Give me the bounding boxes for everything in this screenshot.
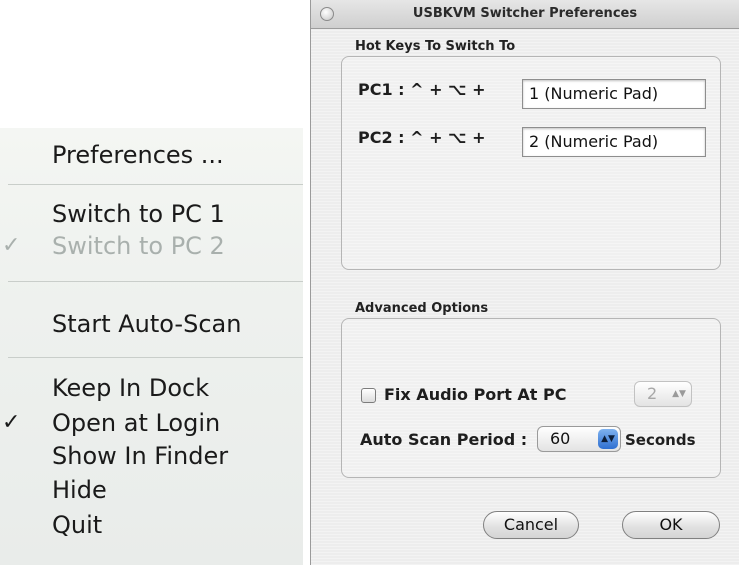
window-title-bar[interactable]: USBKVM Switcher Preferences <box>311 0 739 29</box>
menu-separator <box>8 357 303 358</box>
menu-item-quit[interactable]: Quit <box>52 511 102 539</box>
ok-button[interactable]: OK <box>622 511 720 539</box>
fix-audio-checkbox[interactable] <box>361 388 376 403</box>
menu-item-start-auto-scan[interactable]: Start Auto-Scan <box>52 310 241 338</box>
menu-item-switch-to-pc1[interactable]: Switch to PC 1 <box>52 200 225 228</box>
menu-item-switch-to-pc2[interactable]: Switch to PC 2 <box>52 232 225 260</box>
pc2-hotkey-field[interactable]: 2 (Numeric Pad) <box>522 127 706 157</box>
updown-arrows-icon: ▲▼ <box>672 388 686 399</box>
fix-audio-label: Fix Audio Port At PC <box>384 385 567 404</box>
cancel-button[interactable]: Cancel <box>483 511 579 539</box>
menu-item-show-in-finder[interactable]: Show In Finder <box>52 442 228 470</box>
menu-item-open-at-login[interactable]: Open at Login <box>52 409 220 437</box>
advanced-group-label: Advanced Options <box>355 301 489 316</box>
preferences-window: USBKVM Switcher Preferences Hot Keys To … <box>310 0 739 565</box>
pc1-hotkey-field[interactable]: 1 (Numeric Pad) <box>522 79 706 109</box>
pc1-hotkey-label: PC1 : ^ + ⌥ + <box>358 80 486 99</box>
menu-separator <box>8 184 303 185</box>
dock-context-menu: Preferences ... Switch to PC 1 ✓ Switch … <box>0 128 303 565</box>
hotkeys-group-label: Hot Keys To Switch To <box>355 39 516 54</box>
checkmark-icon: ✓ <box>2 233 21 258</box>
menu-item-keep-in-dock[interactable]: Keep In Dock <box>52 374 209 402</box>
auto-scan-unit-label: Seconds <box>625 431 696 449</box>
menu-item-preferences[interactable]: Preferences ... <box>52 141 224 169</box>
checkmark-icon: ✓ <box>2 410 21 435</box>
menu-item-hide[interactable]: Hide <box>52 476 107 504</box>
auto-scan-period-label: Auto Scan Period : <box>360 430 528 449</box>
fix-audio-pc-value: 2 <box>647 384 658 403</box>
window-title: USBKVM Switcher Preferences <box>412 6 638 21</box>
fix-audio-pc-popup: 2 ▲▼ <box>634 381 692 407</box>
menu-separator <box>8 281 303 282</box>
auto-scan-period-popup[interactable]: 60 ▲▼ <box>537 426 621 452</box>
pc2-hotkey-label: PC2 : ^ + ⌥ + <box>358 128 486 147</box>
auto-scan-period-value: 60 <box>550 429 571 448</box>
updown-arrows-icon: ▲▼ <box>598 429 618 449</box>
